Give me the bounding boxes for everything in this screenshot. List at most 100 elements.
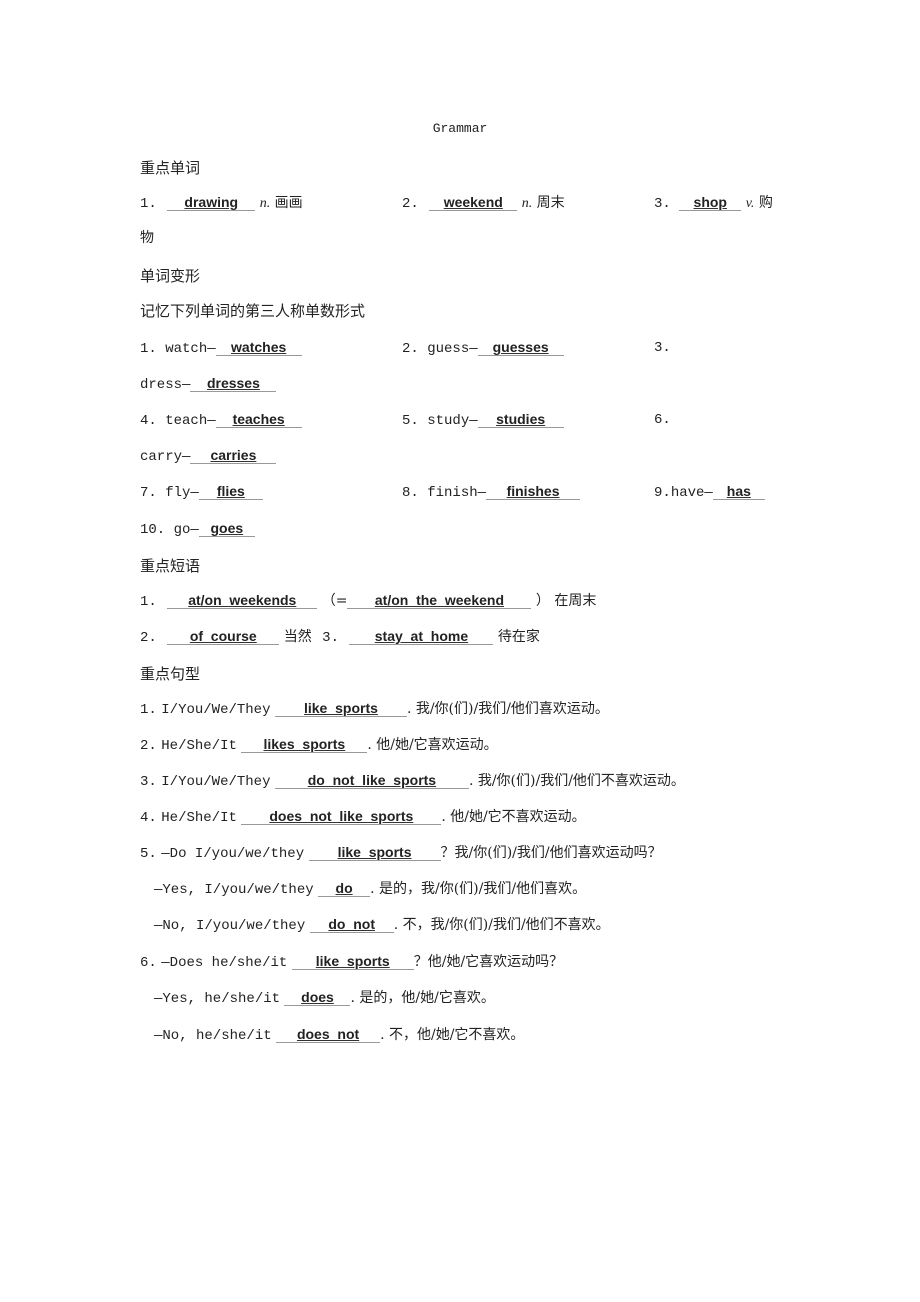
word-form-item: 10. go— goes bbox=[140, 520, 255, 539]
sentence-item: 6. —Does he/she/it like sports ？他/她/它喜欢运动… bbox=[140, 953, 563, 972]
item-number: 7. bbox=[140, 485, 157, 501]
item-number: 1. bbox=[140, 702, 157, 718]
key-word-item: 1. drawing n. 画画 bbox=[140, 194, 303, 213]
sentence-suffix: . 我/你(们)/我们/他们喜欢运动。 bbox=[406, 701, 609, 717]
item-number: 2. bbox=[140, 738, 157, 754]
key-words-heading: 重点单词 bbox=[140, 159, 201, 177]
sentence-suffix: . 不，我/你(们)/我们/他们不喜欢。 bbox=[393, 917, 610, 933]
equals-close: ） bbox=[535, 593, 550, 609]
answer-blank: finishes bbox=[486, 483, 581, 500]
answer-text: goes bbox=[210, 520, 244, 536]
sentence-prefix: —No, he/she/it bbox=[154, 1028, 272, 1044]
item-number: 1. bbox=[140, 196, 157, 212]
item-number: 3. bbox=[654, 196, 671, 212]
answer-text: dresses bbox=[206, 375, 260, 391]
item-number: 6. bbox=[140, 955, 157, 971]
item-number: 9. bbox=[654, 485, 671, 501]
answer-text: like sports bbox=[303, 700, 378, 716]
answer-blank: like sports bbox=[308, 844, 441, 861]
answer-blank: goes bbox=[198, 520, 255, 537]
word-forms-instruction: 记忆下列单词的第三人称单数形式 bbox=[140, 302, 366, 320]
word-form-item: 9.have— has bbox=[654, 483, 765, 502]
sentence-prefix: —Does he/she/it bbox=[161, 955, 288, 971]
answer-text: at/on weekends bbox=[188, 592, 297, 608]
part-of-speech: n. bbox=[521, 196, 533, 211]
base-word: finish— bbox=[427, 485, 487, 501]
sentence-suffix: . 他/她/它不喜欢运动。 bbox=[441, 809, 586, 825]
base-word: fly— bbox=[165, 485, 199, 501]
answer-blank: do not like sports bbox=[274, 772, 469, 789]
part-of-speech: v. bbox=[745, 196, 755, 211]
sentence-item: —Yes, I/you/we/they do . 是的，我/你(们)/我们/他们喜… bbox=[154, 880, 586, 899]
word-form-item: 7. fly— flies bbox=[140, 483, 263, 502]
base-word: teach— bbox=[165, 413, 216, 429]
sentence-item: 5. —Do I/you/we/they like sports ？我/你(们)/… bbox=[140, 844, 662, 863]
item-number: 5. bbox=[402, 413, 419, 429]
base-word: watch— bbox=[165, 341, 216, 357]
answer-blank: like sports bbox=[291, 953, 414, 970]
item-number: 3. bbox=[140, 774, 157, 790]
word-form-item: 2. guess— guesses bbox=[402, 339, 564, 358]
sentence-suffix: ？他/她/它喜欢运动吗？ bbox=[413, 954, 564, 970]
answer-blank: does not bbox=[276, 1026, 381, 1043]
item-number: 4. bbox=[140, 810, 157, 826]
phrase-item: 1. at/on weekends （= at/on the weekend ） … bbox=[140, 592, 596, 611]
part-of-speech: n. bbox=[259, 196, 271, 211]
base-word: study— bbox=[427, 413, 478, 429]
answer-text: at/on the weekend bbox=[374, 592, 505, 608]
key-phrases-heading: 重点短语 bbox=[140, 557, 201, 575]
sentence-prefix: —Do I/you/we/they bbox=[161, 846, 305, 862]
answer-text: does bbox=[301, 989, 334, 1005]
answer-blank: guesses bbox=[477, 339, 564, 356]
answer-blank: at/on the weekend bbox=[347, 592, 532, 609]
equals-open: （= bbox=[321, 593, 348, 609]
answer-blank: studies bbox=[477, 411, 564, 428]
answer-text: flies bbox=[216, 483, 245, 499]
answer-blank: carries bbox=[190, 447, 277, 464]
meaning: 周末 bbox=[536, 195, 565, 211]
answer-blank: of course bbox=[167, 628, 280, 645]
item-number: 1. bbox=[140, 341, 157, 357]
word-form-item: 5. study— studies bbox=[402, 411, 564, 430]
item-number: 5. bbox=[140, 846, 157, 862]
answer-text: studies bbox=[496, 411, 546, 427]
answer-blank: do bbox=[318, 880, 371, 897]
item-number: 3. bbox=[322, 630, 339, 646]
answer-text: watches bbox=[231, 339, 287, 355]
answer-text: do not bbox=[328, 916, 376, 932]
sentence-item: 2. He/She/It likes sports . 他/她/它喜欢运动。 bbox=[140, 736, 498, 755]
word-form-item: 4. teach— teaches bbox=[140, 411, 302, 430]
answer-blank: likes sports bbox=[241, 736, 368, 753]
answer-blank: flies bbox=[198, 483, 263, 500]
answer-text: carries bbox=[210, 447, 257, 463]
answer-blank: shop bbox=[679, 194, 742, 211]
sentence-item: —No, he/she/it does not . 不，他/她/它不喜欢。 bbox=[154, 1026, 524, 1045]
sentence-item: 3. I/You/We/They do not like sports . 我/你… bbox=[140, 772, 685, 791]
word-form-item: 8. finish— finishes bbox=[402, 483, 581, 502]
sentence-suffix: ？我/你(们)/我们/他们喜欢运动吗？ bbox=[440, 845, 662, 861]
key-word-item: 2. weekend n. 周末 bbox=[402, 194, 565, 213]
sentence-suffix: . 是的，我/你(们)/我们/他们喜欢。 bbox=[370, 881, 587, 897]
sentence-item: 4. He/She/It does not like sports . 他/她/它… bbox=[140, 808, 586, 827]
meaning: 画画 bbox=[274, 195, 303, 211]
meaning: 购 bbox=[758, 195, 773, 211]
sentence-suffix: . 他/她/它喜欢运动。 bbox=[367, 737, 498, 753]
word-form-item: 1. watch— watches bbox=[140, 339, 302, 358]
item-number: 2. bbox=[140, 630, 157, 646]
answer-blank: like sports bbox=[274, 700, 407, 717]
item-number: 2. bbox=[402, 196, 419, 212]
answer-blank: do not bbox=[309, 916, 394, 933]
phrase-item: 2. of course 当然 3. stay at home 待在家 bbox=[140, 628, 540, 647]
sentence-item: —Yes, he/she/it does . 是的，他/她/它喜欢。 bbox=[154, 989, 495, 1008]
answer-text: do bbox=[335, 880, 353, 896]
meaning-continuation: 物 bbox=[140, 230, 154, 246]
item-number: 4. bbox=[140, 413, 157, 429]
answer-blank: does bbox=[284, 989, 351, 1006]
meaning: 待在家 bbox=[497, 629, 540, 645]
sentence-prefix: I/You/We/They bbox=[161, 774, 271, 790]
answer-text: of course bbox=[189, 628, 257, 644]
sentence-prefix: —Yes, I/you/we/they bbox=[154, 882, 314, 898]
answer-text: finishes bbox=[506, 483, 560, 499]
sentence-prefix: He/She/It bbox=[161, 738, 237, 754]
sentence-prefix: —No, I/you/we/they bbox=[154, 918, 306, 934]
